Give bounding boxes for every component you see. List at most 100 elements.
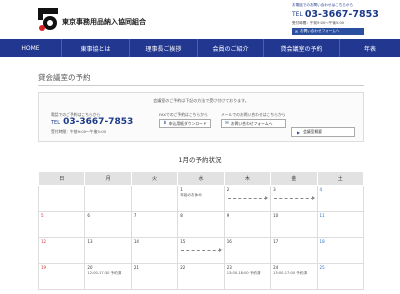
continuation-arrow-icon xyxy=(274,196,315,200)
mail-reservation-note: メールでのお問い合わせはこちらから xyxy=(221,112,286,117)
calendar-day-cell[interactable]: 24 13:00-17:00 予約済 xyxy=(270,263,318,290)
calendar-day-number: 19 xyxy=(41,265,47,270)
calendar-day-cell[interactable]: 22 xyxy=(177,263,225,290)
calendar-day-number: 14 xyxy=(133,239,139,244)
calendar-day-number: 3 xyxy=(273,187,276,192)
fax-reservation: FAXでのご予約はこちらから ⬇ 申込用紙ダウンロード xyxy=(159,112,211,128)
calendar-day-number: 7 xyxy=(133,213,137,218)
header-contact: お電話でのお問い合わせはこちらから TEL 03-3667-7853 受付時間：… xyxy=(292,3,396,35)
calendar-day-cell[interactable]: 7 xyxy=(130,211,179,238)
calendar-day-number: 18 xyxy=(319,239,325,244)
calendar-day-cell[interactable]: 5 xyxy=(37,211,86,238)
tel-reservation-number: 03-3667-7853 xyxy=(63,117,134,127)
calendar-day-note: 年始のお休み xyxy=(180,193,202,197)
calendar-day-cell[interactable]: 19 xyxy=(37,263,86,290)
nav-item-about[interactable]: 東事協とは xyxy=(62,39,130,57)
calendar-day-cell[interactable]: 8 xyxy=(177,211,225,238)
calendar-day-note: 12:00-17:30 予約済 xyxy=(87,271,122,275)
calendar-day-cell[interactable]: 16 xyxy=(223,237,272,264)
weekday-header: 火 xyxy=(130,171,179,186)
org-logo[interactable] xyxy=(38,8,58,32)
calendar-day-cell[interactable]: 17 xyxy=(270,237,318,264)
calendar-day-cell[interactable]: 11 xyxy=(316,211,365,238)
weekday-header: 木 xyxy=(223,171,272,186)
mail-form-label: お問い合わせフォームへ xyxy=(230,120,273,126)
nav-item-room-reservation[interactable]: 貸会議室の予約 xyxy=(264,39,340,57)
site-header: 東京事務用品納入協同組合 お電話でのお問い合わせはこちらから TEL 03-36… xyxy=(0,0,400,39)
calendar-day-cell[interactable]: 9 xyxy=(223,211,272,238)
calendar-week-row: 12 13 14 15 16 17 18 xyxy=(37,237,365,264)
fax-reservation-note: FAXでのご予約はこちらから xyxy=(159,112,208,117)
calendar-day-cell[interactable]: 20 12:00-17:30 予約済 xyxy=(84,263,132,290)
calendar-day-number: 25 xyxy=(319,265,325,270)
header-contact-note: お電話でのお問い合わせはこちらから xyxy=(292,3,354,7)
continuation-arrow-icon xyxy=(181,248,223,252)
calendar-day-number: 13 xyxy=(87,239,93,244)
weekday-header: 日 xyxy=(37,171,86,186)
calendar-day-cell[interactable]: 1 年始のお休み xyxy=(177,185,225,212)
fax-form-download-button[interactable]: ⬇ 申込用紙ダウンロード xyxy=(159,119,211,128)
calendar-day-number: 16 xyxy=(226,239,232,244)
calendar-day-number: 24 xyxy=(273,265,279,270)
calendar-day-cell[interactable]: 3 xyxy=(270,185,318,212)
calendar-day-number: 21 xyxy=(133,265,139,270)
calendar-day-cell[interactable]: 13 xyxy=(84,237,132,264)
calendar-day-cell[interactable]: 15 xyxy=(177,237,225,264)
header-contact-form-label: お問い合わせフォームへ xyxy=(300,29,340,33)
calendar-day-cell[interactable]: 23 13:00-18:00 予約済 xyxy=(223,263,272,290)
phone-icon: TEL xyxy=(292,11,303,18)
mail-form-button[interactable]: ✉ お問い合わせフォームへ xyxy=(221,119,286,128)
nav-item-home[interactable]: HOME xyxy=(0,39,62,57)
calendar-body: 1 年始のお休み 2 3 4 5 6 7 8 9 10 11 12 13 14 15 16 17 18 19 20 12:… xyxy=(37,185,365,290)
calendar-day-cell[interactable]: 14 xyxy=(130,237,179,264)
calendar-day-cell[interactable]: 6 xyxy=(84,211,132,238)
weekday-header: 土 xyxy=(316,171,365,186)
title-divider xyxy=(38,85,364,86)
org-name: 東京事務用品納入協同組合 xyxy=(62,18,146,26)
weekday-header: 水 xyxy=(177,171,225,186)
arrow-right-icon: ▶ xyxy=(297,129,301,135)
calendar-weekday-row: 日 月 火 水 木 金 土 xyxy=(37,171,365,186)
calendar-empty-cell xyxy=(37,185,86,212)
header-phone: TEL 03-3667-7853 xyxy=(292,9,396,20)
continuation-arrow-icon xyxy=(227,196,269,200)
mail-icon: ✉ xyxy=(225,121,229,126)
calendar-day-note: 13:00-17:00 予約済 xyxy=(273,271,308,275)
calendar-title: 1月の予約状況 xyxy=(178,156,222,164)
calendar-day-number: 23 xyxy=(226,265,232,270)
calendar-day-cell[interactable]: 18 xyxy=(316,237,365,264)
calendar-day-number: 1 xyxy=(180,187,183,192)
calendar-day-number: 4 xyxy=(319,187,323,192)
fax-form-download-label: 申込用紙ダウンロード xyxy=(168,120,207,126)
calendar-day-cell[interactable]: 12 xyxy=(37,237,86,264)
calendar-week-row: 5 6 7 8 9 10 11 xyxy=(37,211,365,238)
page-title: 貸会議室の予約 xyxy=(38,73,91,82)
reservation-info-box: 会議室のご予約は下記の方法で受け付けております。 電話でのご予約はこちらから T… xyxy=(38,92,364,142)
weekday-header: 月 xyxy=(84,171,132,186)
header-hours: 受付時間：午前9:00〜午後5:00 xyxy=(292,21,345,25)
calendar-day-cell[interactable]: 2 xyxy=(223,185,272,212)
header-contact-form-button[interactable]: ✉ お問い合わせフォームへ xyxy=(292,28,364,35)
calendar-week-row: 1 年始のお休み 2 3 4 xyxy=(37,185,365,212)
nav-item-members[interactable]: 会員のご紹介 xyxy=(198,39,264,57)
mail-icon: ✉ xyxy=(295,29,299,34)
tel-reservation-number-row: TEL 03-3667-7853 xyxy=(51,117,133,129)
phone-icon: TEL xyxy=(51,120,60,126)
calendar-day-number: 6 xyxy=(87,213,90,218)
calendar-day-cell[interactable]: 25 xyxy=(316,263,365,290)
calendar-day-cell[interactable]: 10 xyxy=(270,211,318,238)
calendar-day-number: 9 xyxy=(226,213,230,218)
nav-item-greeting[interactable]: 理事長ご挨拶 xyxy=(130,39,198,57)
calendar-day-cell[interactable]: 4 xyxy=(316,185,365,212)
calendar-empty-cell xyxy=(130,185,179,212)
weekday-header: 金 xyxy=(270,171,318,186)
calendar-day-cell[interactable]: 21 xyxy=(130,263,179,290)
calendar-week-row: 19 20 12:00-17:30 予約済 21 22 23 13:00-18:00 予約済… xyxy=(37,263,365,290)
header-phone-number: 03-3667-7853 xyxy=(304,9,379,20)
room-overview-label: 会議室概要 xyxy=(303,129,323,134)
nav-item-history[interactable]: 年表 xyxy=(340,39,400,57)
calendar-day-number: 5 xyxy=(41,213,44,218)
room-overview-button[interactable]: ▶ 会議室概要 xyxy=(291,127,355,137)
calendar-day-number: 10 xyxy=(273,213,279,218)
calendar-day-number: 17 xyxy=(273,239,279,244)
